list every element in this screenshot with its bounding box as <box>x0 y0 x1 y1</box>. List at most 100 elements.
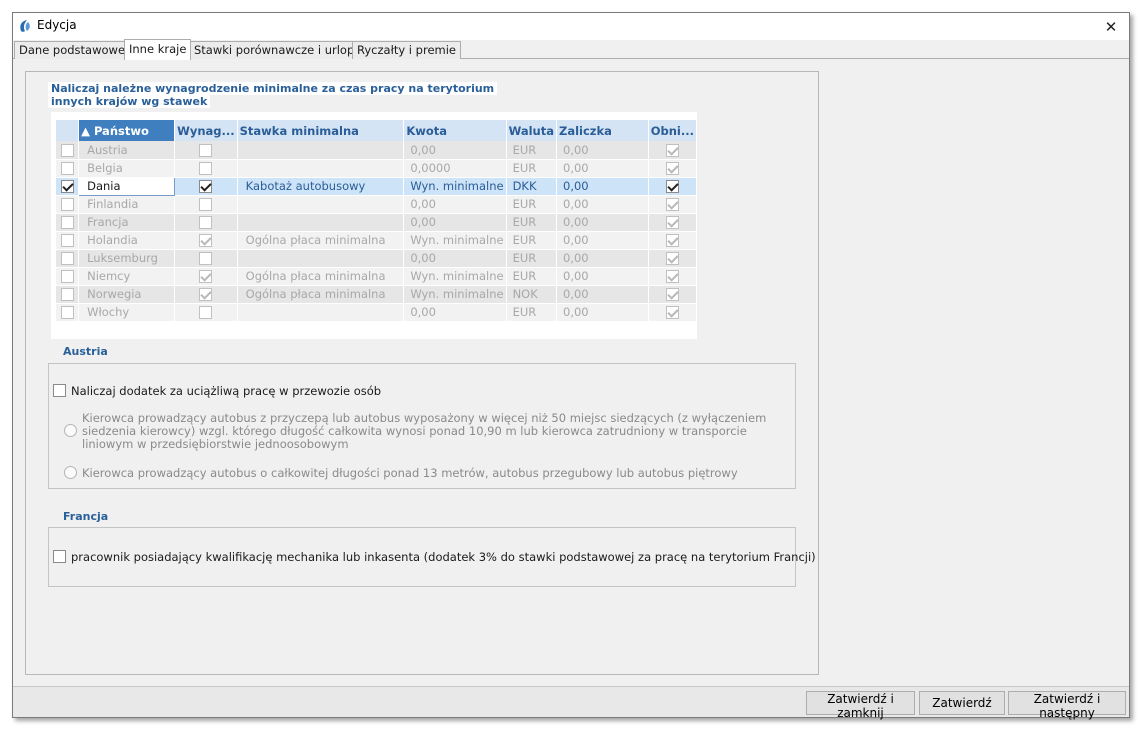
confirm-next-button[interactable]: Zatwierdź i następny <box>1008 691 1126 720</box>
column-header-amount[interactable]: Kwota <box>403 120 507 141</box>
obni-checkbox[interactable] <box>665 234 679 247</box>
wynag-cell[interactable] <box>174 285 238 304</box>
obni-cell[interactable] <box>648 231 698 250</box>
grid-row[interactable]: Holandia Ogólna płaca minimalna Wyn. minim… <box>56 231 698 250</box>
country-cell[interactable]: Luksemburg <box>78 249 176 268</box>
wynag-cell[interactable] <box>174 159 238 178</box>
country-cell[interactable]: Holandia <box>78 231 176 250</box>
wynag-checkbox[interactable] <box>199 306 213 319</box>
austria-bonus-option[interactable]: Naliczaj dodatek za uciążliwą pracę w pr… <box>53 384 381 398</box>
row-select-cell[interactable] <box>56 213 80 232</box>
advance-cell[interactable]: 0,00 <box>556 267 649 286</box>
tab-dane-podstawowe[interactable]: Dane podstawowe <box>14 41 131 59</box>
row-select-cell[interactable] <box>56 249 80 268</box>
row-select-checkbox[interactable] <box>60 143 74 157</box>
currency-cell[interactable]: EUR <box>506 195 558 214</box>
grid-row[interactable]: Belgia 0,0000 EUR 0,00 <box>56 159 698 178</box>
advance-cell[interactable]: 0,00 <box>556 213 649 232</box>
rate-cell[interactable] <box>237 303 405 322</box>
advance-cell[interactable]: 0,00 <box>556 177 649 196</box>
row-select-cell[interactable] <box>56 303 80 322</box>
confirm-close-button[interactable]: Zatwierdź i zamknij <box>806 691 915 720</box>
grid-row[interactable]: Finlandia 0,00 EUR 0,00 <box>56 195 698 214</box>
wynag-checkbox[interactable] <box>199 252 213 265</box>
obni-cell[interactable] <box>648 285 698 304</box>
amount-cell[interactable]: 0,00 <box>403 303 507 322</box>
austria-option-2-radio[interactable] <box>64 466 77 479</box>
advance-cell[interactable]: 0,00 <box>556 231 649 250</box>
grid-row[interactable]: Włochy 0,00 EUR 0,00 <box>56 303 698 322</box>
grid-row[interactable]: Luksemburg 0,00 EUR 0,00 <box>56 249 698 268</box>
currency-cell[interactable]: EUR <box>506 159 558 178</box>
rate-cell[interactable] <box>237 195 405 214</box>
row-select-cell[interactable] <box>56 159 80 178</box>
row-select-cell[interactable] <box>56 177 80 196</box>
obni-checkbox[interactable] <box>665 216 679 229</box>
obni-cell[interactable] <box>648 195 698 214</box>
rate-cell[interactable] <box>237 249 405 268</box>
amount-cell[interactable]: 0,00 <box>403 213 507 232</box>
amount-cell[interactable]: 0,0000 <box>403 159 507 178</box>
country-cell[interactable]: Finlandia <box>78 195 176 214</box>
wynag-checkbox[interactable] <box>199 234 213 247</box>
currency-cell[interactable]: EUR <box>506 249 558 268</box>
obni-checkbox[interactable] <box>665 180 679 193</box>
country-cell[interactable]: Włochy <box>78 303 176 322</box>
grid-row[interactable]: Niemcy Ogólna płaca minimalna Wyn. minimal… <box>56 267 698 286</box>
rate-cell[interactable]: Ogólna płaca minimalna <box>237 231 405 250</box>
wynag-checkbox[interactable] <box>199 180 213 193</box>
austria-option-1[interactable]: Kierowca prowadzący autobus z przyczepą … <box>64 412 784 451</box>
wynag-cell[interactable] <box>174 231 238 250</box>
row-select-checkbox[interactable] <box>60 198 74 211</box>
obni-cell[interactable] <box>648 303 698 322</box>
close-button[interactable]: ✕ <box>1093 13 1129 40</box>
rate-cell[interactable]: Kabotaż autobusowy <box>237 177 405 196</box>
currency-cell[interactable]: EUR <box>506 303 558 322</box>
austria-bonus-checkbox[interactable] <box>53 384 66 397</box>
row-select-cell[interactable] <box>56 285 80 304</box>
wynag-checkbox[interactable] <box>199 216 213 229</box>
obni-checkbox[interactable] <box>665 143 679 157</box>
obni-checkbox[interactable] <box>665 198 679 211</box>
francja-bonus-checkbox[interactable] <box>53 550 66 563</box>
row-select-checkbox[interactable] <box>60 162 74 175</box>
country-cell[interactable]: Niemcy <box>78 267 176 286</box>
wynag-cell[interactable] <box>174 249 238 268</box>
obni-cell[interactable] <box>648 159 698 178</box>
advance-cell[interactable]: 0,00 <box>556 249 649 268</box>
currency-cell[interactable]: EUR <box>506 213 558 232</box>
tab-inne-kraje[interactable]: Inne kraje <box>124 39 192 60</box>
austria-option-1-radio[interactable] <box>64 424 77 437</box>
amount-cell[interactable]: Wyn. minimalne <box>403 285 507 304</box>
wynag-checkbox[interactable] <box>199 270 213 283</box>
advance-cell[interactable]: 0,00 <box>556 285 649 304</box>
rate-cell[interactable] <box>237 213 405 232</box>
wynag-cell[interactable] <box>174 177 238 196</box>
column-header-country[interactable]: ▲ Państwo <box>78 120 176 141</box>
row-select-checkbox[interactable] <box>60 270 74 283</box>
austria-option-2[interactable]: Kierowca prowadzący autobus o całkowitej… <box>64 466 738 480</box>
obni-cell[interactable] <box>648 249 698 268</box>
rate-cell[interactable]: Ogólna płaca minimalna <box>237 267 405 286</box>
advance-cell[interactable]: 0,00 <box>556 303 649 322</box>
row-select-checkbox[interactable] <box>60 234 74 247</box>
column-header-rate[interactable]: Stawka minimalna <box>237 120 405 141</box>
country-cell[interactable]: Belgia <box>78 159 176 178</box>
row-select-checkbox[interactable] <box>60 306 74 319</box>
tab-stawki-porownawcze[interactable]: Stawki porównawcze i urlopy <box>189 41 367 59</box>
wynag-cell[interactable] <box>174 141 238 160</box>
country-cell[interactable]: Austria <box>78 141 176 160</box>
tab-ryczalty-premie[interactable]: Ryczałty i premie <box>352 41 461 59</box>
row-select-cell[interactable] <box>56 267 80 286</box>
wynag-checkbox[interactable] <box>199 143 213 157</box>
wynag-cell[interactable] <box>174 267 238 286</box>
column-header-advance[interactable]: Zaliczka <box>556 120 649 141</box>
amount-cell[interactable]: 0,00 <box>403 195 507 214</box>
wynag-cell[interactable] <box>174 195 238 214</box>
advance-cell[interactable]: 0,00 <box>556 141 649 160</box>
grid-row[interactable]: Austria 0,00 EUR 0,00 <box>56 141 698 160</box>
country-cell[interactable]: Norwegia <box>78 285 176 304</box>
confirm-button[interactable]: Zatwierdź <box>919 691 1005 715</box>
row-select-checkbox[interactable] <box>60 216 74 229</box>
wynag-checkbox[interactable] <box>199 198 213 211</box>
